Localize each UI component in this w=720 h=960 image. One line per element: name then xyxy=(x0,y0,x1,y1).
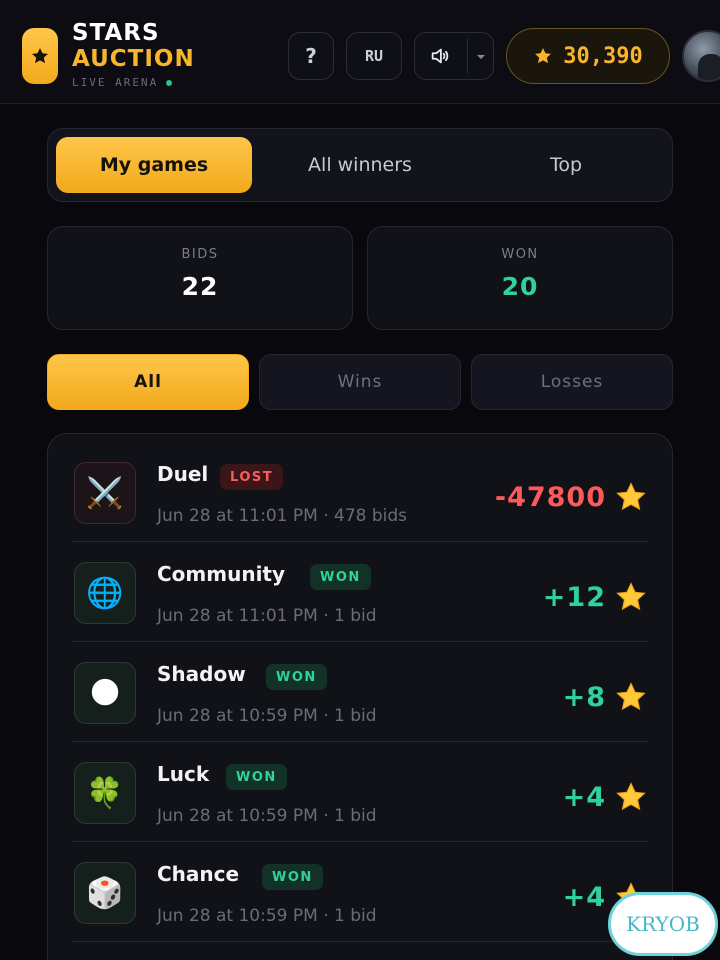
game-list: ⚔️ Duel LOST Jun 28 at 11:01 PM · 478 bi… xyxy=(47,433,673,960)
result-value: +12 xyxy=(542,581,606,613)
sound-button[interactable] xyxy=(414,32,494,80)
list-item[interactable]: 🎲 Chance WON Jun 28 at 10:59 PM · 1 bid … xyxy=(72,842,648,942)
result-value: +4 xyxy=(562,881,606,913)
star-icon xyxy=(616,482,646,511)
status-badge: WON xyxy=(226,764,287,790)
dice-icon: 🎲 xyxy=(74,862,136,924)
language-button[interactable]: RU xyxy=(346,32,402,80)
list-item[interactable]: ⚔️ Duel LOST Jun 28 at 11:01 PM · 478 bi… xyxy=(72,442,648,542)
brand: STARS AUCTION LIVE ARENA xyxy=(72,20,195,89)
filter-all[interactable]: All xyxy=(47,354,249,410)
globe-icon: 🌐 xyxy=(74,562,136,624)
brand-tagline: LIVE ARENA xyxy=(72,77,195,88)
list-item[interactable]: 🍀 Luck WON Jun 28 at 10:59 PM · 1 bid +4 xyxy=(72,742,648,842)
game-meta: Jun 28 at 10:59 PM · 1 bid xyxy=(157,906,377,926)
won-stat-card: WON 20 xyxy=(367,226,673,330)
clover-icon: 🍀 xyxy=(74,762,136,824)
list-item[interactable]: 🌐 Community WON Jun 28 at 11:01 PM · 1 b… xyxy=(72,542,648,642)
star-icon xyxy=(32,48,48,64)
watermark-logo: KRYOB xyxy=(608,892,718,956)
won-value: 20 xyxy=(501,272,539,301)
star-icon xyxy=(616,582,646,611)
tab-my-games[interactable]: My games xyxy=(56,137,252,193)
star-icon xyxy=(616,782,646,811)
status-badge: WON xyxy=(310,564,371,590)
result-value: -47800 xyxy=(494,481,606,513)
help-button[interactable]: ? xyxy=(288,32,334,80)
game-name: Luck xyxy=(157,762,210,786)
status-badge: WON xyxy=(262,864,323,890)
divider xyxy=(467,39,468,73)
result-value: +4 xyxy=(562,781,606,813)
list-item[interactable]: 🌑 Shadow WON Jun 28 at 10:59 PM · 1 bid … xyxy=(72,642,648,742)
game-result: +8 xyxy=(563,680,648,714)
game-meta: Jun 28 at 10:59 PM · 1 bid xyxy=(157,706,377,726)
star-icon xyxy=(535,48,552,64)
avatar[interactable] xyxy=(682,30,720,82)
filter-wins[interactable]: Wins xyxy=(259,354,461,410)
tab-all-winners[interactable]: All winners xyxy=(258,137,462,193)
star-icon xyxy=(616,682,646,711)
game-name: Chance xyxy=(157,862,240,886)
game-result: +4 xyxy=(563,780,648,814)
brand-line2: AUCTION xyxy=(72,46,195,72)
bids-stat-card: BIDS 22 xyxy=(47,226,353,330)
top-bar: STARS AUCTION LIVE ARENA ? RU 30,390 xyxy=(0,0,720,104)
game-name: Shadow xyxy=(157,662,246,686)
chevron-down-icon[interactable] xyxy=(475,52,487,62)
bids-label: BIDS xyxy=(181,247,219,262)
speaker-icon xyxy=(431,48,449,64)
result-value: +8 xyxy=(562,681,606,713)
tagline-text: LIVE ARENA xyxy=(72,76,159,89)
game-name: Duel xyxy=(157,462,209,486)
brand-line1: STARS xyxy=(72,20,160,46)
filter-losses[interactable]: Losses xyxy=(471,354,673,410)
game-name: Community xyxy=(157,562,286,586)
won-label: WON xyxy=(501,247,539,262)
status-badge: WON xyxy=(266,664,327,690)
game-meta: Jun 28 at 11:01 PM · 1 bid xyxy=(157,606,377,626)
live-indicator xyxy=(166,79,173,86)
logo-badge xyxy=(22,28,58,84)
game-meta: Jun 28 at 11:01 PM · 478 bids xyxy=(157,506,408,526)
game-result: -47800 xyxy=(495,480,648,514)
crossed-swords-icon: ⚔️ xyxy=(74,462,136,524)
balance-amount: 30,390 xyxy=(563,43,643,69)
game-meta: Jun 28 at 10:59 PM · 1 bid xyxy=(157,806,377,826)
main-tabs: My games All winners Top xyxy=(47,128,673,202)
game-result: +12 xyxy=(543,580,648,614)
tab-top[interactable]: Top xyxy=(468,137,664,193)
status-badge: LOST xyxy=(220,464,284,490)
bids-value: 22 xyxy=(181,272,219,301)
balance-button[interactable]: 30,390 xyxy=(506,28,670,84)
moon-icon: 🌑 xyxy=(74,662,136,724)
